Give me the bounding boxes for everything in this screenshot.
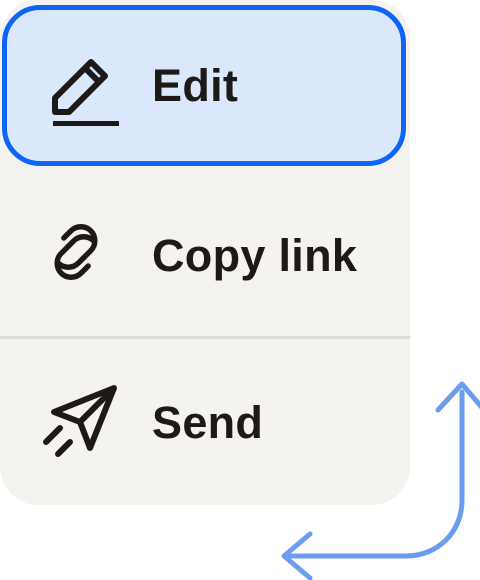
- menu-item-label: Edit: [152, 59, 239, 111]
- link-icon: [40, 216, 120, 296]
- corner-double-arrow-icon: [281, 381, 480, 580]
- menu-item-label: Send: [152, 396, 264, 448]
- menu-divider: [0, 336, 410, 339]
- menu-item-label: Copy link: [152, 230, 358, 281]
- menu-item-edit[interactable]: Edit: [2, 5, 406, 166]
- stage: Edit Copy link Send: [0, 0, 480, 580]
- paper-plane-icon: [40, 382, 120, 462]
- pencil-icon: [45, 46, 125, 126]
- menu-item-copy-link[interactable]: Copy link: [0, 176, 410, 336]
